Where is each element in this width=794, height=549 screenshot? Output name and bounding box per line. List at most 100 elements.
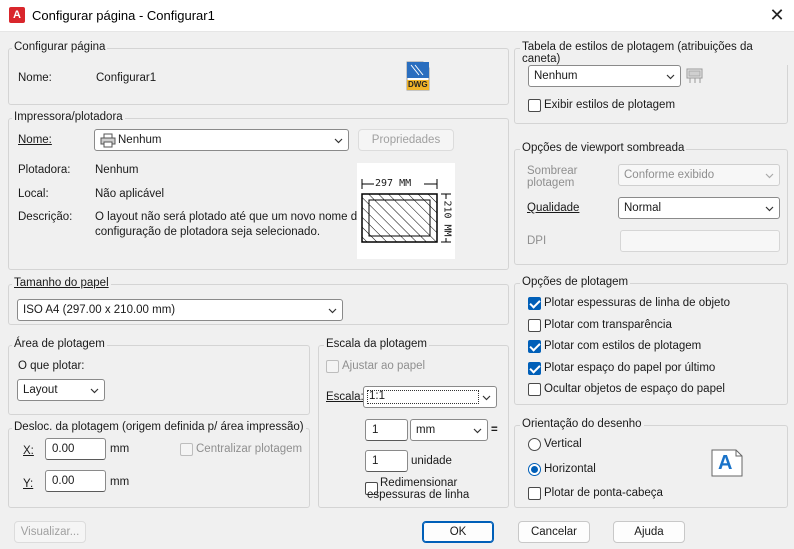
paper-size-group-title: Tamanho do papel <box>12 277 111 289</box>
plot-with-styles-checkbox[interactable] <box>528 340 541 353</box>
portrait-radio[interactable] <box>528 438 541 451</box>
scale-label-text: Escala: <box>326 391 364 403</box>
printer-name-label: Nome: <box>18 134 52 146</box>
printer-icon <box>100 133 116 148</box>
preview-height-label: 210 MM <box>441 200 453 237</box>
landscape-radio[interactable] <box>528 463 541 476</box>
scale-lineweights-label-1: Redimensionar <box>380 477 458 489</box>
chevron-down-icon <box>334 138 343 144</box>
offset-x-unit: mm <box>110 443 130 455</box>
paper-size-select[interactable]: ISO A4 (297.00 x 210.00 mm) <box>17 299 343 321</box>
orientation-letter: A <box>718 452 733 474</box>
properties-button[interactable]: Propriedades <box>358 129 454 151</box>
printer-name-label-text: Nome: <box>18 134 52 146</box>
center-plot-checkbox[interactable] <box>180 443 193 456</box>
shaded-viewport-group-title: Opções de viewport sombreada <box>520 142 687 154</box>
description-line-2: configuração de plotadora seja seleciona… <box>95 226 321 238</box>
paper-preview: 297 MM 210 MM <box>357 163 455 259</box>
plot-style-table-value: Nenhum <box>534 70 578 82</box>
dwg-file-icon: DWG <box>405 61 431 91</box>
center-plot-label: Centralizar plotagem <box>196 443 303 455</box>
scale-unit-input[interactable]: 1 <box>365 450 408 472</box>
shade-plot-select[interactable]: Conforme exibido <box>618 164 780 186</box>
ok-button[interactable]: OK <box>422 521 494 543</box>
dwg-badge-text: DWG <box>408 80 428 89</box>
chevron-down-icon <box>765 206 774 212</box>
plot-paperspace-last-checkbox[interactable] <box>528 361 541 375</box>
upside-down-checkbox[interactable] <box>528 487 541 500</box>
fit-to-paper-checkbox[interactable] <box>326 360 339 373</box>
upside-down-label: Plotar de ponta-cabeça <box>544 487 663 499</box>
hide-paperspace-objects-checkbox[interactable] <box>528 383 541 396</box>
scale-unit-value: mm <box>416 424 436 436</box>
what-to-plot-value: Layout <box>23 384 58 396</box>
chevron-down-icon <box>328 308 337 314</box>
printer-group-title: Impressora/plotadora <box>12 111 125 123</box>
quality-value: Normal <box>624 202 662 214</box>
preview-button[interactable]: Visualizar... <box>14 521 86 543</box>
plot-style-table-group-title: Tabela de estilos de plotagem (atribuiçõ… <box>520 41 794 65</box>
plot-paperspace-last-label: Plotar espaço do papel por último <box>544 361 716 374</box>
quality-select[interactable]: Normal <box>618 197 780 219</box>
scale-lineweights-label-2: espessuras de linha <box>367 489 470 501</box>
what-to-plot-select[interactable]: Layout <box>17 379 105 401</box>
quality-label: Qualidade <box>527 202 579 214</box>
offset-x-input[interactable]: 0.00 <box>45 438 106 460</box>
plot-transparency-label: Plotar com transparência <box>544 318 672 331</box>
chevron-down-icon <box>666 74 675 80</box>
plot-style-table-select[interactable]: Nenhum <box>528 65 681 87</box>
dpi-input[interactable] <box>620 230 780 252</box>
dpi-label: DPI <box>527 235 547 247</box>
offset-x-label-text: X: <box>23 445 34 457</box>
display-plot-styles-label: Exibir estilos de plotagem <box>544 99 676 111</box>
chevron-down-icon <box>765 173 774 179</box>
shade-plot-label-2: plotagem <box>527 177 575 189</box>
chevron-down-icon <box>90 388 99 394</box>
plot-offset-group-title: Desloc. da plotagem (origem definida p/ … <box>12 421 306 433</box>
scale-select[interactable]: 1:1 <box>363 386 497 408</box>
equals-sign: = <box>491 424 498 436</box>
scale-mm-value: 1 <box>372 424 379 436</box>
plot-lineweights-checkbox[interactable] <box>528 297 541 310</box>
page-setup-group-title: Configurar página <box>12 41 108 53</box>
scale-value: 1:1 <box>369 390 385 402</box>
close-icon[interactable]: ✕ <box>764 3 790 29</box>
help-button[interactable]: Ajuda <box>613 521 685 543</box>
orientation-group-title: Orientação do desenho <box>520 418 644 430</box>
quality-label-text: Qualidade <box>527 202 580 214</box>
offset-y-unit: mm <box>110 476 130 488</box>
plotter-value: Nenhum <box>95 164 139 176</box>
paper-size-group-title-text: Tamanho do papel <box>14 277 109 289</box>
plot-lineweights-label: Plotar espessuras de linha de objeto <box>544 297 731 309</box>
fit-to-paper-label: Ajustar ao papel <box>342 360 426 372</box>
offset-x-value: 0.00 <box>52 443 75 455</box>
unit-label: unidade <box>411 455 452 467</box>
printer-name-select[interactable]: Nenhum <box>94 129 349 151</box>
offset-y-value: 0.00 <box>52 475 75 487</box>
page-setup-name-value: Configurar1 <box>96 72 157 84</box>
scale-mm-input[interactable]: 1 <box>365 419 408 441</box>
cancel-button[interactable]: Cancelar <box>518 521 590 543</box>
shade-plot-label-1: Sombrear <box>527 165 578 177</box>
plot-scale-group-title: Escala da plotagem <box>324 338 430 350</box>
plot-style-edit-icon[interactable] <box>685 67 705 85</box>
scale-unit-select[interactable]: mm <box>410 419 488 441</box>
offset-y-input[interactable]: 0.00 <box>45 470 106 492</box>
chevron-down-icon <box>473 428 482 434</box>
window-title: Configurar página - Configurar1 <box>32 8 215 23</box>
description-label: Descrição: <box>18 211 73 223</box>
location-value: Não aplicável <box>95 188 165 200</box>
plot-area-group-title: Área de plotagem <box>12 338 107 350</box>
page-setup-group <box>8 48 509 105</box>
display-plot-styles-checkbox[interactable] <box>528 99 541 112</box>
autocad-app-icon: A <box>9 7 25 23</box>
plotter-label: Plotadora: <box>18 164 71 176</box>
plot-with-styles-label: Plotar com estilos de plotagem <box>544 340 702 352</box>
printer-name-value: Nenhum <box>118 134 162 146</box>
description-line-1: O layout não será plotado até que um nov… <box>95 211 364 223</box>
scale-unit-input-value: 1 <box>372 455 379 467</box>
location-label: Local: <box>18 188 49 200</box>
plot-transparency-checkbox[interactable] <box>528 318 541 332</box>
landscape-orientation-icon: A <box>711 449 743 477</box>
paper-size-value: ISO A4 (297.00 x 210.00 mm) <box>23 304 176 316</box>
